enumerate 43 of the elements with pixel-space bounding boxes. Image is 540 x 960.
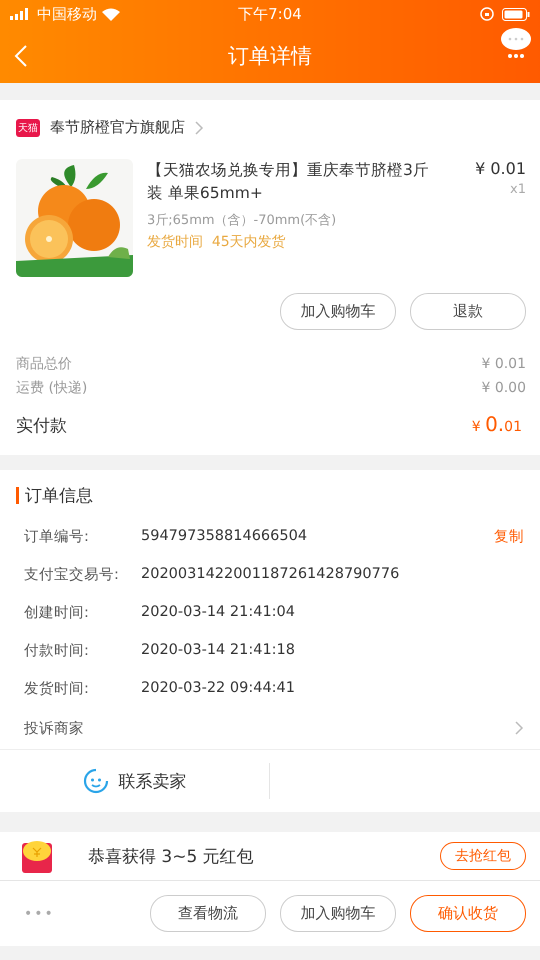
wifi-icon	[102, 8, 120, 20]
info-value: 2020031422001187261428790776	[141, 566, 400, 582]
complaint-link[interactable]: 投诉商家	[24, 718, 84, 738]
outline-button[interactable]: 查看物流	[150, 895, 266, 932]
outline-button[interactable]: 加入购物车	[280, 895, 396, 932]
total-value: ¥ 0.01	[481, 355, 526, 374]
carrier-name: 中国移动	[37, 4, 97, 24]
store-name[interactable]: 奉节脐橙官方旗舰店	[50, 118, 185, 137]
product-spec: 3斤;65mm（含）-70mm(不含)	[147, 212, 338, 229]
info-value: 2020-03-14 21:41:18	[141, 642, 296, 658]
outline-button[interactable]: 加入购物车	[280, 293, 396, 330]
chat-bubble-icon[interactable]	[500, 27, 532, 59]
product-title: 【天猫农场兑换专用】重庆奉节脐橙3斤装 单果65mm+	[147, 160, 429, 204]
battery-icon	[502, 8, 530, 20]
paid-amount: ¥ 0.01	[472, 412, 522, 436]
info-label: 创建时间:	[24, 604, 90, 622]
info-label: 发货时间:	[24, 680, 90, 698]
back-icon[interactable]	[14, 44, 28, 68]
paid-label: 实付款	[16, 415, 67, 437]
total-label: 运费 (快递)	[16, 379, 88, 398]
chevron-right-icon[interactable]	[515, 721, 524, 735]
info-label: 付款时间:	[24, 642, 90, 660]
envelope-icon	[22, 839, 52, 873]
section-title: 订单信息	[25, 485, 93, 507]
info-label: 支付宝交易号:	[24, 566, 120, 584]
smiley-icon	[82, 768, 108, 794]
outline-button[interactable]: 退款	[410, 293, 526, 330]
info-value: 2020-03-22 09:44:41	[141, 680, 296, 696]
shipping-note: 发货时间 45天内发货	[147, 233, 287, 251]
clock-time: 下午7:04	[238, 4, 302, 22]
info-value: 594797358814666504	[141, 528, 308, 544]
total-value: ¥ 0.00	[481, 379, 526, 398]
store-badge: 天猫	[16, 118, 40, 136]
bonus-text: 恭喜获得 3~5 元红包	[88, 846, 255, 868]
rotation-lock-icon	[480, 7, 494, 21]
chevron-right-icon[interactable]	[195, 120, 204, 134]
info-label: 订单编号:	[24, 528, 90, 546]
page-title: 订单详情	[227, 42, 313, 70]
product-price: ¥ 0.01	[475, 159, 526, 178]
product-quantity: x1	[509, 182, 526, 197]
info-value: 2020-03-14 21:41:04	[141, 604, 296, 620]
contact-seller-button[interactable]: 联系卖家	[0, 763, 270, 799]
total-label: 商品总价	[16, 355, 72, 374]
